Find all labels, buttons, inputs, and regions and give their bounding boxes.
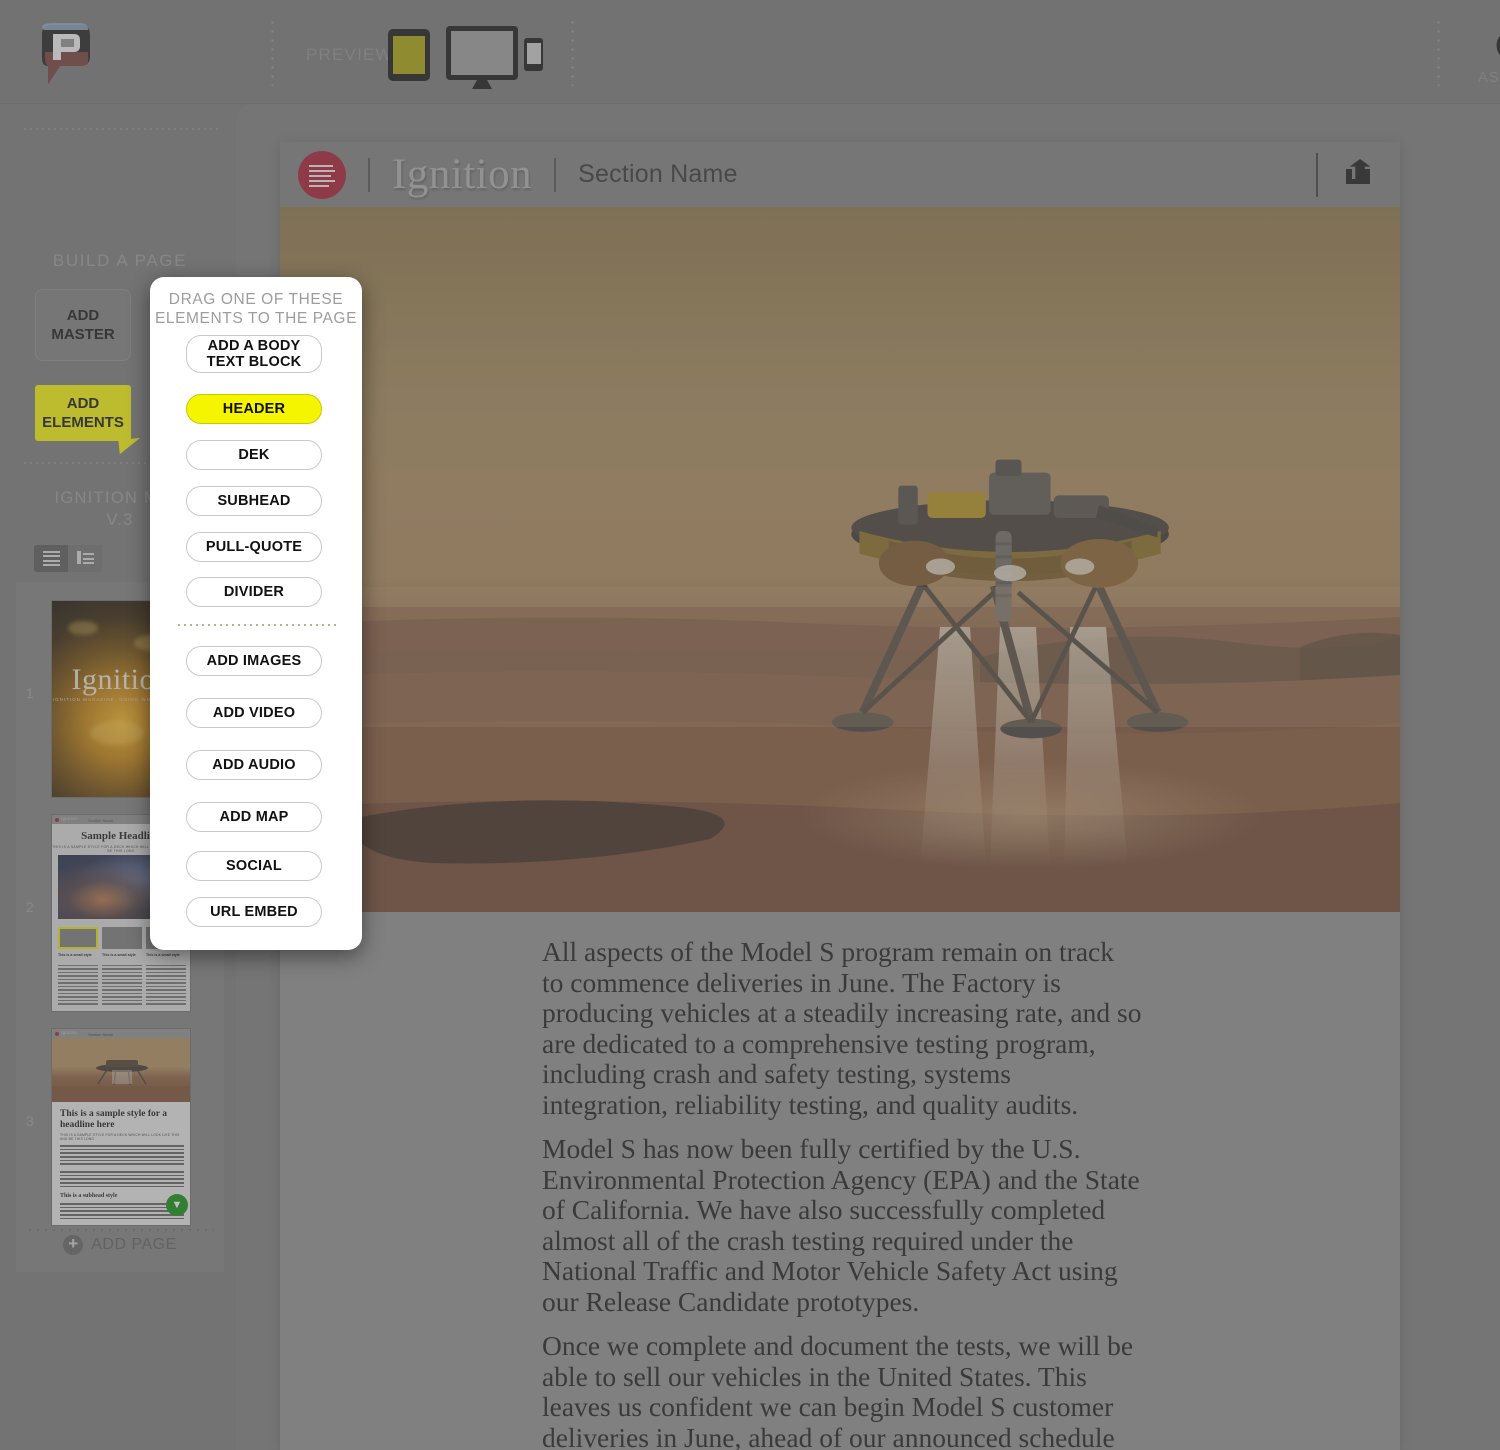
popup-title: DRAG ONE OF THESE ELEMENTS TO THE PAGE — [150, 290, 362, 328]
page2-cell-body — [58, 965, 98, 1007]
view-toggle-detail[interactable] — [68, 545, 102, 572]
scroll-down-badge[interactable]: ▼ — [166, 1194, 188, 1216]
page2-cell-image — [102, 927, 142, 949]
element-add-map[interactable]: ADD MAP — [186, 802, 322, 832]
plus-icon: + — [63, 1235, 84, 1255]
element-add-audio[interactable]: ADD AUDIO — [186, 750, 322, 780]
element-divider[interactable]: DIVIDER — [186, 577, 322, 607]
share-icon[interactable] — [1344, 157, 1378, 192]
tool-assets[interactable]: ASSETS — [1464, 24, 1500, 86]
article-body[interactable]: All aspects of the Model S program remai… — [542, 936, 1142, 1450]
add-page-label: ADD PAGE — [91, 1236, 177, 1253]
view-toggle-group — [34, 545, 102, 572]
page2-cell-body — [146, 965, 186, 1007]
document-preview[interactable]: Ignition Section Name All aspects of the… — [280, 142, 1400, 1450]
element-pull-quote[interactable]: PULL-QUOTE — [186, 532, 322, 562]
popup-divider — [176, 622, 338, 626]
app-root: PREVIEW ASSETS — [0, 0, 1500, 1450]
add-elements-label: ADD ELEMENTS — [42, 395, 124, 431]
preview-device-phone[interactable] — [524, 38, 543, 71]
unicorn-icon — [1464, 24, 1500, 68]
add-master-button[interactable]: ADD MASTER — [35, 289, 131, 361]
thumb-brand: Ignition — [61, 1031, 77, 1036]
hero-image[interactable] — [280, 207, 1400, 912]
paragraph: Model S has now been fully certified by … — [542, 1133, 1140, 1317]
element-url-embed[interactable]: URL EMBED — [186, 897, 322, 927]
element-social[interactable]: SOCIAL — [186, 851, 322, 881]
dot-separator — [1436, 18, 1442, 86]
page3-dek: THIS IS A SAMPLE STYLE FOR A DECK WHICH … — [60, 1133, 180, 1141]
page2-cell-label: This is a small style — [58, 953, 92, 957]
document-header: Ignition Section Name — [280, 142, 1400, 207]
app-logo[interactable] — [36, 22, 98, 88]
tool-label: ASSETS — [1478, 70, 1500, 86]
page-number: 3 — [26, 1113, 34, 1129]
element-header[interactable]: HEADER — [186, 394, 322, 424]
phone-screen — [526, 43, 541, 64]
preview-label: PREVIEW — [306, 45, 393, 64]
page2-cell-label: This is a small style — [102, 953, 136, 957]
element-dek[interactable]: DEK — [186, 440, 322, 470]
popup-title-line2: ELEMENTS TO THE PAGE — [154, 310, 358, 327]
page3-hero-image — [52, 1038, 190, 1102]
page3-headline: This is a sample style for a headline he… — [60, 1109, 167, 1130]
tablet-screen — [393, 36, 425, 74]
magazine-version: V.3 — [106, 511, 134, 529]
header-rule — [1316, 152, 1318, 197]
add-page-button[interactable]: + ADD PAGE — [0, 1235, 240, 1255]
share-group — [1316, 152, 1400, 197]
add-elements-button[interactable]: ADD ELEMENTS — [35, 385, 131, 441]
sidebar-divider — [22, 126, 220, 131]
element-add-images[interactable]: ADD IMAGES — [186, 646, 322, 676]
canvas-area: Ignition Section Name All aspects of the… — [236, 104, 1500, 1450]
top-toolbar: PREVIEW ASSETS — [0, 0, 1500, 104]
page3-subhead: This is a subhead style — [60, 1193, 118, 1199]
header-rule — [554, 157, 557, 192]
page3-body — [60, 1145, 184, 1167]
add-elements-popup[interactable]: DRAG ONE OF THESE ELEMENTS TO THE PAGE A… — [150, 277, 362, 950]
build-a-page-label: BUILD A PAGE — [52, 251, 188, 270]
list-view-icon — [42, 549, 60, 568]
dot-separator — [570, 18, 576, 86]
page2-cell-body — [102, 965, 142, 1007]
page-number: 1 — [26, 685, 34, 701]
document-brand: Ignition — [392, 151, 533, 198]
desktop-stand — [472, 80, 492, 89]
mars-lander-illustration — [280, 207, 1400, 912]
dot-separator — [270, 18, 276, 86]
page-number: 2 — [26, 899, 34, 915]
thumb-brand: Ignition — [61, 817, 77, 822]
section-name: Section Name — [578, 160, 738, 188]
desktop-screen — [451, 31, 513, 75]
paragraph: All aspects of the Model S program remai… — [542, 936, 1142, 1120]
brand-mark-icon — [55, 817, 59, 822]
element-subhead[interactable]: SUBHEAD — [186, 486, 322, 516]
add-page-divider — [26, 1226, 214, 1231]
view-toggle-list[interactable] — [34, 545, 68, 572]
element-add-body-text-block[interactable]: ADD A BODY TEXT BLOCK — [186, 335, 322, 373]
header-rule — [368, 157, 370, 192]
preview-device-tablet[interactable] — [388, 29, 430, 81]
thumb-section: Section Name — [88, 1031, 114, 1037]
detail-view-icon — [76, 551, 94, 566]
element-label: ADD A BODY TEXT BLOCK — [206, 338, 302, 370]
thumb-section: Section Name — [88, 817, 114, 823]
preview-device-desktop[interactable] — [446, 26, 518, 89]
brand-mark-icon — [55, 1031, 59, 1036]
page3-body — [60, 1171, 184, 1189]
element-add-video[interactable]: ADD VIDEO — [186, 698, 322, 728]
page2-cell-label: This is a small style — [146, 953, 180, 957]
paragraph: Once we complete and document the tests,… — [542, 1330, 1134, 1450]
page2-cell-image — [58, 927, 98, 949]
ignition-mark-icon[interactable] — [298, 150, 346, 199]
thumb-header-bar: Ignition Section Name — [52, 1029, 190, 1038]
add-master-label: ADD MASTER — [51, 307, 115, 343]
popup-title-line1: DRAG ONE OF THESE — [168, 291, 344, 308]
